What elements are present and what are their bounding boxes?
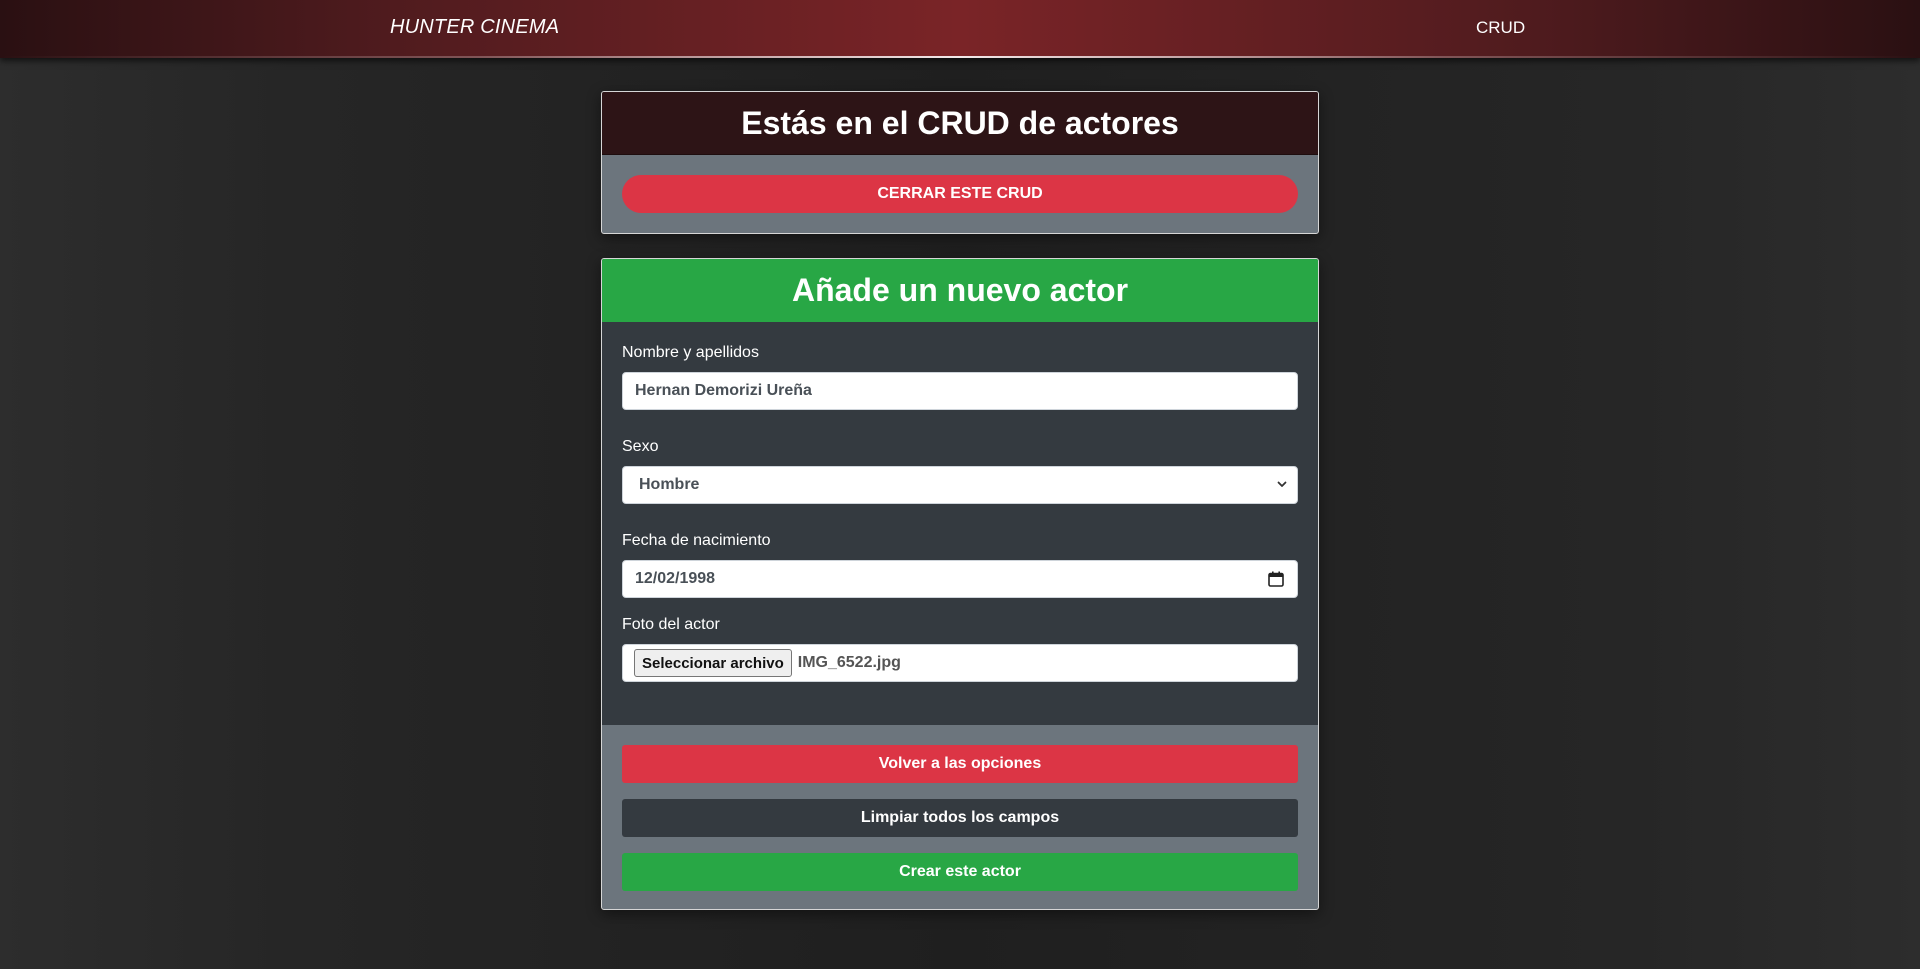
birth-group: Fecha de nacimiento 12/02/1998: [622, 532, 1298, 598]
add-actor-card-header: Añade un nuevo actor: [602, 259, 1318, 322]
back-to-options-button[interactable]: Volver a las opciones: [622, 745, 1298, 783]
crud-card-body: CERRAR ESTE CRUD: [602, 155, 1318, 233]
clear-fields-button[interactable]: Limpiar todos los campos: [622, 799, 1298, 837]
name-label: Nombre y apellidos: [622, 344, 759, 361]
add-actor-card-title: Añade un nuevo actor: [791, 272, 1129, 308]
nav-link-crud[interactable]: CRUD: [1476, 18, 1525, 38]
choose-file-button[interactable]: Seleccionar archivo: [634, 649, 792, 677]
name-input[interactable]: Hernan Demorizi Ureña: [622, 372, 1298, 410]
crud-card: Estás en el CRUD de actores CERRAR ESTE …: [601, 91, 1319, 234]
name-input-value: Hernan Demorizi Ureña: [635, 382, 812, 399]
navbar: HUNTER CINEMA CRUD: [0, 0, 1920, 58]
form-actions: Volver a las opciones Limpiar todos los …: [602, 725, 1318, 909]
birth-date-input[interactable]: 12/02/1998: [622, 560, 1298, 598]
name-group: Nombre y apellidos Hernan Demorizi Ureña: [622, 344, 1298, 410]
close-crud-button[interactable]: CERRAR ESTE CRUD: [622, 175, 1298, 213]
selected-file-name: IMG_6522.jpg: [797, 654, 901, 671]
birth-label: Fecha de nacimiento: [622, 532, 771, 549]
add-actor-card: Añade un nuevo actor Nombre y apellidos …: [601, 258, 1319, 910]
crud-card-title: Estás en el CRUD de actores: [741, 104, 1179, 141]
create-actor-button[interactable]: Crear este actor: [622, 853, 1298, 891]
sex-label: Sexo: [622, 438, 659, 455]
chevron-down-icon: [1277, 481, 1287, 487]
photo-file-input[interactable]: Seleccionar archivo IMG_6522.jpg: [622, 644, 1298, 682]
sex-select-value: Hombre: [639, 476, 700, 493]
birth-date-value: 12/02/1998: [635, 570, 716, 587]
crud-card-header: Estás en el CRUD de actores: [602, 92, 1318, 155]
sex-select[interactable]: Hombre: [622, 466, 1298, 504]
calendar-icon[interactable]: [1267, 570, 1285, 588]
actor-form: Nombre y apellidos Hernan Demorizi Ureña…: [602, 322, 1318, 725]
brand-logo[interactable]: HUNTER CINEMA: [390, 16, 559, 39]
photo-label: Foto del actor: [622, 616, 720, 633]
photo-group: Foto del actor Seleccionar archivo IMG_6…: [622, 616, 1298, 682]
sex-group: Sexo Hombre: [622, 438, 1298, 504]
